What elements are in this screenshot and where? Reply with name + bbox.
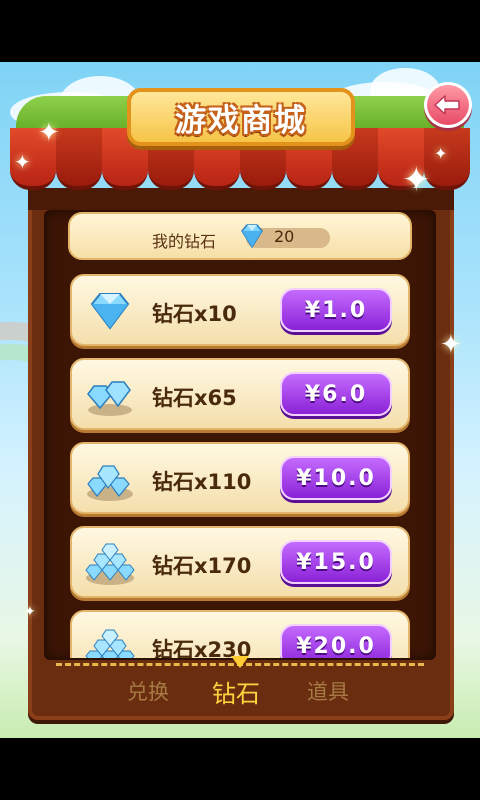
sparkle-icon: ✦	[14, 150, 31, 174]
diamond-pile-small-icon	[87, 465, 133, 501]
buy-button[interactable]: ¥10.0	[280, 456, 392, 500]
product-row: 钻石x110 ¥10.0	[70, 442, 410, 514]
sparkle-icon: ✦	[24, 604, 36, 620]
diamond-pile-medium-icon	[85, 543, 135, 585]
bottom-bar	[0, 738, 480, 800]
diamond-single-icon	[90, 293, 130, 330]
back-button[interactable]	[424, 82, 472, 128]
buy-button[interactable]: ¥6.0	[280, 372, 392, 416]
buy-button[interactable]: ¥1.0	[280, 288, 392, 332]
product-name: 钻石x230	[152, 638, 252, 658]
product-name: 钻石x110	[152, 470, 252, 494]
buy-button[interactable]: ¥15.0	[280, 540, 392, 584]
diamond-pair-icon	[87, 381, 132, 416]
sparkle-icon: ✦	[434, 144, 448, 163]
product-row: 钻石x170 ¥15.0	[70, 526, 410, 598]
balance-value: 20	[274, 227, 295, 246]
sparkle-icon: ✦	[38, 118, 60, 148]
back-arrow-icon	[434, 95, 460, 115]
active-tab-indicator	[231, 656, 249, 668]
diamond-balance-bar: 我的钻石 20	[68, 212, 412, 260]
sparkle-icon: ✦	[402, 160, 431, 200]
product-row: 钻石x230 ¥20.0	[70, 610, 410, 658]
product-row: 钻石x10 ¥1.0	[70, 274, 410, 346]
product-name: 钻石x10	[152, 302, 237, 326]
page-title: 游戏商城	[175, 102, 307, 139]
diamond-icon	[241, 224, 263, 249]
product-row: 钻石x65 ¥6.0	[70, 358, 410, 430]
product-name: 钻石x170	[152, 554, 252, 578]
status-bar	[0, 0, 480, 62]
sparkle-icon: ✦	[440, 330, 462, 360]
title-plaque: 游戏商城	[127, 88, 355, 146]
balance-label: 我的钻石	[152, 232, 217, 251]
tab-items[interactable]: 道具	[307, 676, 349, 706]
product-name: 钻石x65	[152, 386, 237, 410]
tab-diamonds[interactable]: 钻石	[212, 674, 260, 709]
diamond-pile-large-icon	[85, 629, 135, 658]
buy-button[interactable]: ¥20.0	[280, 624, 392, 658]
diamond-product-list[interactable]: 钻石x10 ¥1.0 钻石x65 ¥6.0 钻石x110 ¥10.0 钻石x17…	[58, 270, 422, 658]
tab-exchange[interactable]: 兑换	[127, 676, 169, 706]
